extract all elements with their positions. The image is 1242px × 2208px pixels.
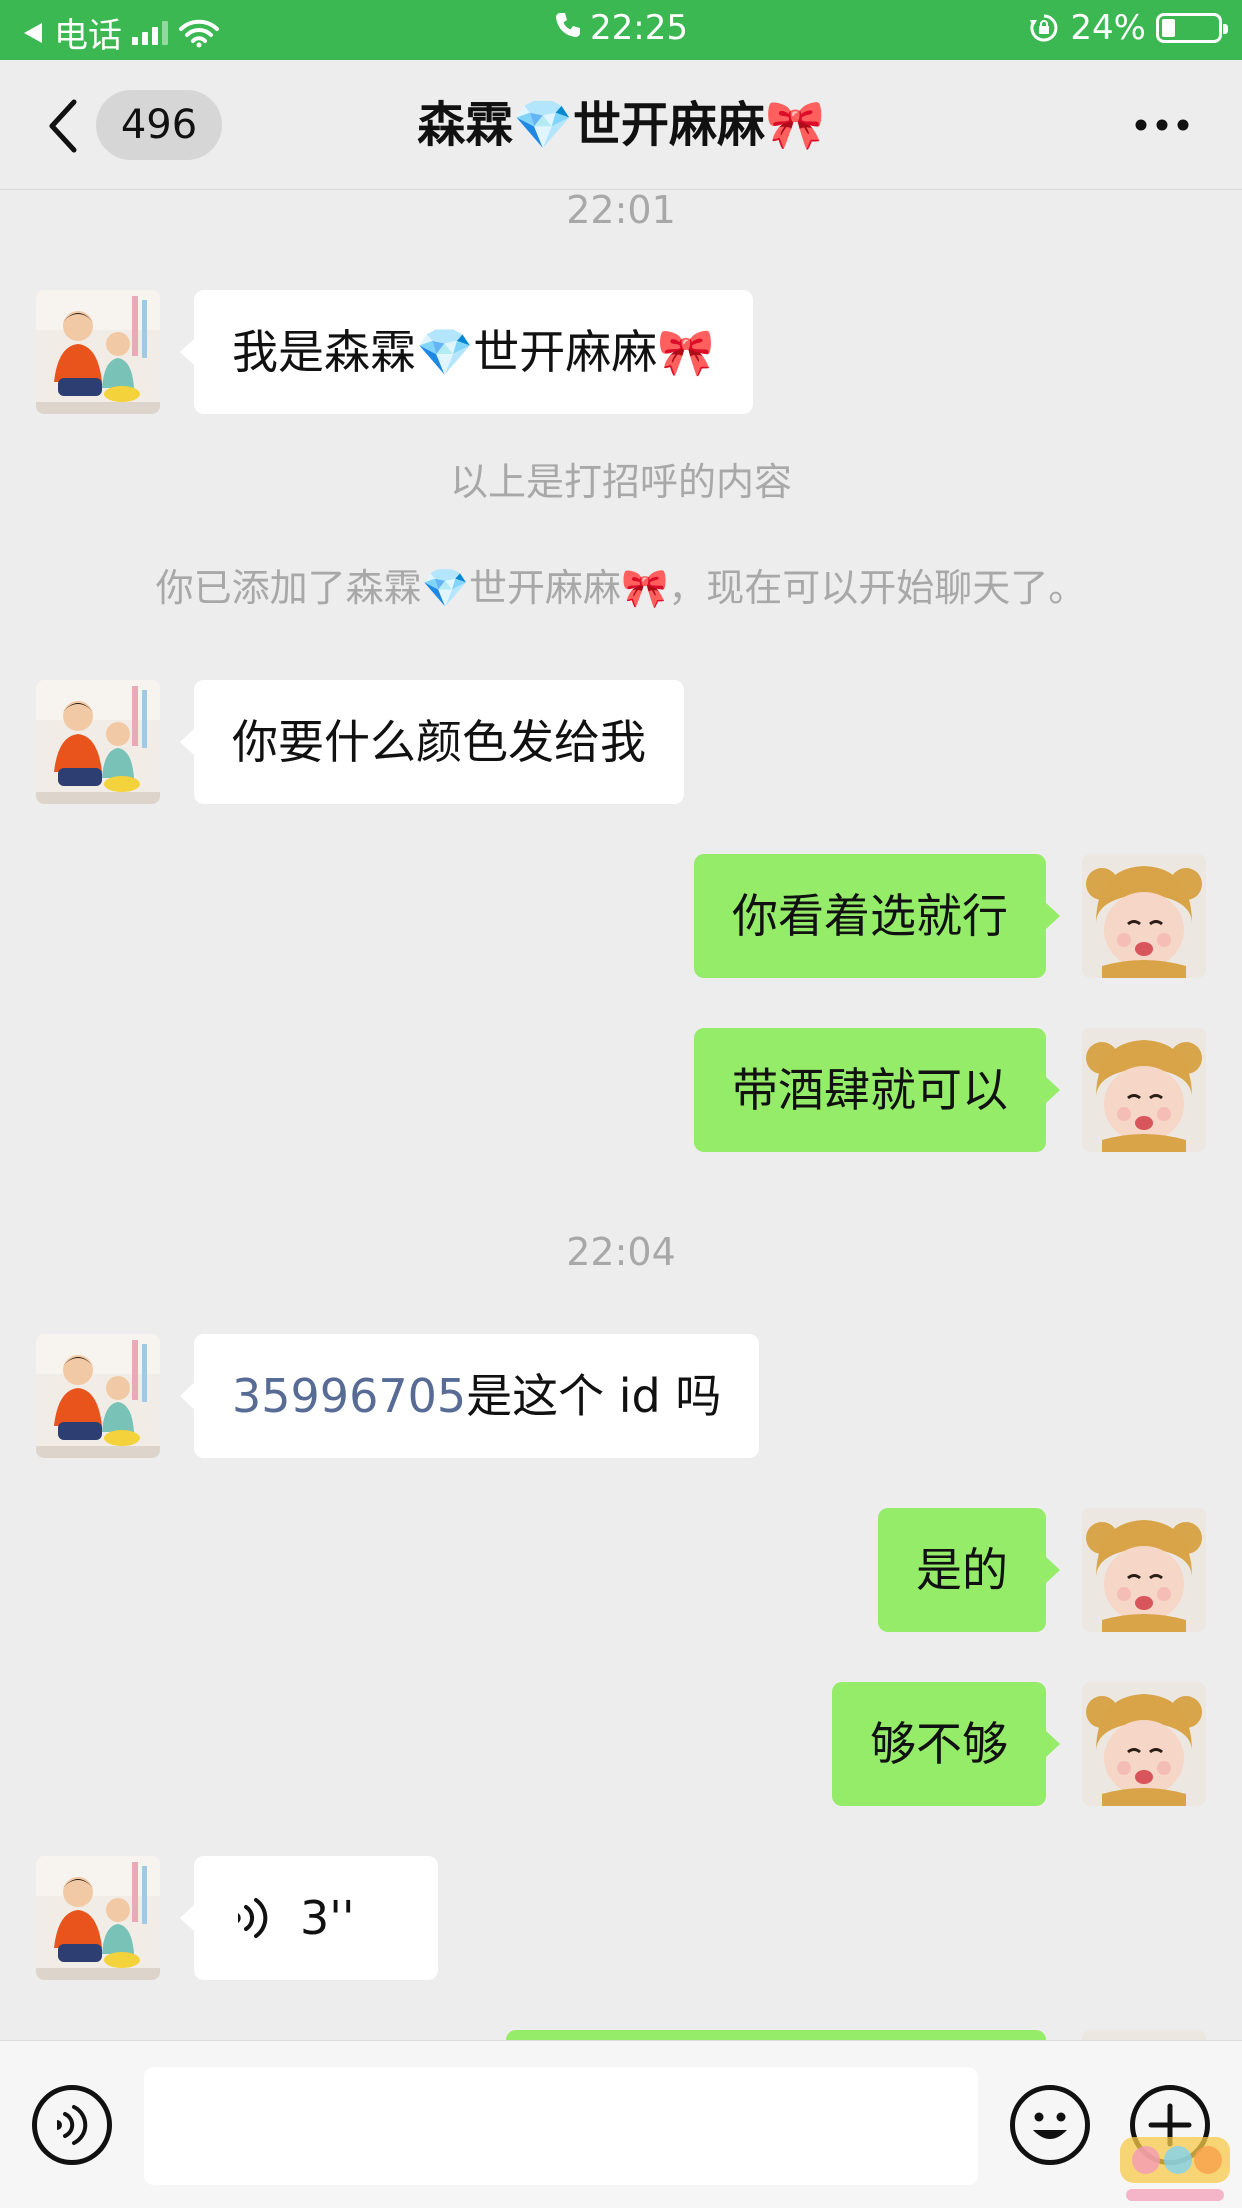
more-options-icon[interactable] [1134,118,1190,132]
message-input[interactable] [144,2067,978,2185]
number-link[interactable]: 35996705 [232,1369,466,1423]
contact-avatar[interactable] [36,680,160,804]
status-right: 24% [1028,8,1228,48]
battery-icon [1156,13,1228,43]
battery-percent: 24% [1070,8,1146,48]
phone-call-icon[interactable] [554,11,582,39]
system-added-notice: 你已添加了森霖💎世开麻麻🎀，现在可以开始聊天了。 [155,566,1087,610]
emoji-icon [1033,2112,1067,2139]
message-bubble-incoming[interactable]: 我是森霖💎世开麻麻🎀 [180,290,753,414]
voice-message-bubble[interactable]: 3'' [180,1856,438,1980]
message-bubble-outgoing[interactable]: 带酒肆就可以 [694,1028,1060,1152]
timestamp: 22:01 [566,190,676,232]
contact-avatar[interactable] [36,1334,160,1458]
message-bubble-outgoing[interactable] [506,2030,1046,2040]
voice-icon [57,2105,88,2145]
my-avatar[interactable] [1082,854,1206,978]
my-avatar[interactable] [1082,1508,1206,1632]
voice-duration: 3'' [300,1891,355,1945]
my-avatar[interactable] [1082,1028,1206,1152]
voice-input-button[interactable] [32,2085,112,2165]
my-avatar[interactable] [1082,2030,1206,2040]
timestamp: 22:04 [566,1230,676,1274]
watermark-logo [1120,2137,1230,2201]
chat-title: 森霖💎世开麻麻🎀 [417,97,825,153]
message-bubble-incoming[interactable]: 35996705是这个 id 吗 [179,1334,760,1458]
voice-wave-icon [238,1897,268,1938]
message-list[interactable]: 22:01 我是森霖💎世开麻麻🎀 以上是打招呼的内容 你已添加了森霖💎世开麻麻🎀… [0,190,1242,2040]
emoji-button[interactable] [1010,2085,1090,2165]
message-text: 是这个 id 吗 [466,1369,722,1423]
status-bar: 电话 22:25 24% [0,0,1242,60]
message-bubble-outgoing[interactable]: 是的 [878,1508,1060,1632]
chat-header: 496 森霖💎世开麻麻🎀 [0,60,1242,190]
message-bubble-outgoing[interactable]: 够不够 [832,1682,1060,1806]
system-hint: 以上是打招呼的内容 [449,460,792,504]
my-avatar[interactable] [1082,1682,1206,1806]
message-bubble-incoming[interactable]: 你要什么颜色发给我 [180,680,684,804]
clock: 22:25 [590,8,688,48]
rotation-lock-icon [1030,14,1058,42]
input-bar [0,2040,1242,2208]
contact-avatar[interactable] [36,290,160,414]
contact-avatar[interactable] [36,1856,160,1980]
message-bubble-outgoing[interactable]: 你看着选就行 [694,854,1060,978]
